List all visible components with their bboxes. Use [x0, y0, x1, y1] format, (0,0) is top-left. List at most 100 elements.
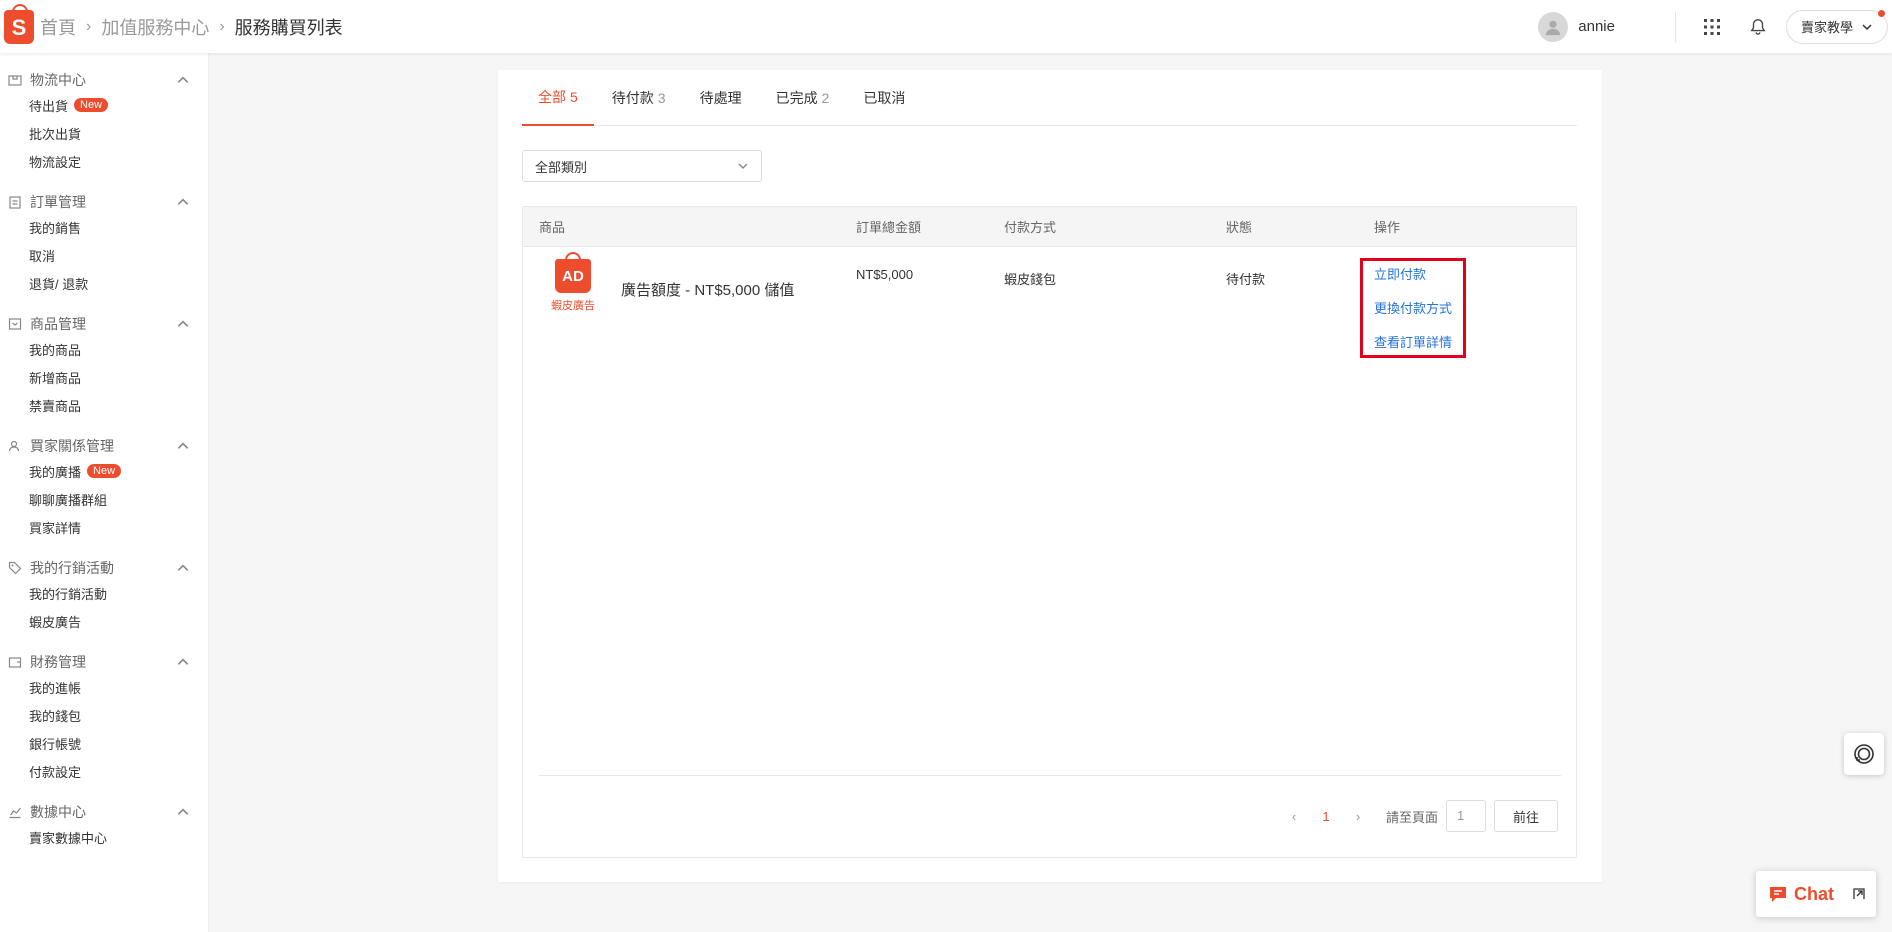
sidebar-item-my-income[interactable]: 我的進帳	[0, 673, 208, 701]
divider	[539, 775, 1561, 776]
apps-grid-icon[interactable]	[1702, 17, 1722, 37]
package-icon	[8, 75, 22, 86]
wallet-icon	[8, 657, 22, 668]
sidebar-item-mass-ship[interactable]: 批次出貨	[0, 119, 208, 147]
sidebar-group-title[interactable]: 訂單管理	[0, 191, 208, 213]
sidebar-group-title[interactable]: 買家關係管理	[0, 435, 208, 457]
table-row: AD 蝦皮廣告 廣告額度 - NT$5,000 儲值 NT$5,000 蝦皮錢包…	[523, 247, 1576, 367]
chevron-up-icon[interactable]	[176, 73, 190, 87]
chevron-up-icon[interactable]	[176, 805, 190, 819]
sidebar-item-buyer-details[interactable]: 買家詳情	[0, 513, 208, 541]
username: annie	[1578, 18, 1615, 35]
sidebar-group-marketing: 我的行銷活動 我的行銷活動 蝦皮廣告	[0, 557, 208, 635]
sidebar-group-finance: 財務管理 我的進帳 我的錢包 銀行帳號 付款設定	[0, 651, 208, 785]
sidebar-group-products: 商品管理 我的商品 新增商品 禁賣商品	[0, 313, 208, 419]
sidebar-item-my-wallet[interactable]: 我的錢包	[0, 701, 208, 729]
actions-highlight-box: 立即付款 更換付款方式 查看訂單詳情	[1360, 258, 1466, 358]
column-header-product: 商品	[539, 220, 566, 235]
orders-table: 商品 訂單總金額 付款方式 狀態 操作 AD 蝦皮廣告 廣告額度 - NT$5,…	[522, 206, 1577, 858]
sidebar-group-title[interactable]: 數據中心	[0, 801, 208, 823]
new-badge: New	[74, 98, 109, 112]
shopee-ads-icon: AD 蝦皮廣告	[543, 252, 603, 313]
chevron-up-icon[interactable]	[176, 439, 190, 453]
chevron-right-icon: ›	[86, 17, 92, 35]
chevron-down-icon	[1862, 23, 1872, 30]
sidebar-group-data: 數據中心 賣家數據中心	[0, 801, 208, 851]
user-menu[interactable]: annie	[1538, 11, 1676, 42]
tab-pending-payment[interactable]: 待付款 3	[596, 70, 682, 126]
chevron-right-icon[interactable]: ›	[1344, 800, 1372, 832]
sidebar-item-shipping-settings[interactable]: 物流設定	[0, 147, 208, 175]
seller-education-button[interactable]: 賣家教學	[1785, 9, 1888, 44]
user-icon	[1546, 20, 1561, 35]
sidebar-item-bank-account[interactable]: 銀行帳號	[0, 729, 208, 757]
help-headset-button[interactable]	[1844, 733, 1884, 775]
product-name: 廣告額度 - NT$5,000 儲值	[621, 282, 795, 299]
bell-icon[interactable]	[1748, 17, 1768, 37]
users-icon	[8, 440, 20, 452]
chevron-up-icon[interactable]	[176, 317, 190, 331]
goto-page-label: 請至頁面	[1385, 809, 1438, 825]
chevron-up-icon[interactable]	[176, 561, 190, 575]
column-header-actions: 操作	[1374, 220, 1401, 235]
sidebar-item-my-campaigns[interactable]: 我的行銷活動	[0, 579, 208, 607]
top-header: S 首頁 › 加值服務中心 › 服務購買列表 annie 賣家教學	[0, 0, 1892, 53]
sidebar-group-buyer-relations: 買家關係管理 我的廣播 New 聊聊廣播群組 買家詳情	[0, 435, 208, 541]
goto-page-button[interactable]: 前往	[1494, 800, 1558, 832]
sidebar-item-shopee-ads[interactable]: 蝦皮廣告	[0, 607, 208, 635]
sidebar-item-return-refund[interactable]: 退貨/ 退款	[0, 269, 208, 297]
pagination: ‹ 1 › 請至頁面 1 前往	[1280, 800, 1558, 832]
chat-bubble-icon	[1770, 887, 1786, 902]
chevron-up-icon[interactable]	[176, 655, 190, 669]
header-right: annie 賣家教學	[1538, 0, 1892, 53]
sidebar-item-to-ship[interactable]: 待出貨 New	[0, 91, 208, 119]
sidebar-group-logistics: 物流中心 待出貨 New 批次出貨 物流設定	[0, 69, 208, 175]
status-tabs: 全部 5 待付款 3 待處理 已完成 2 已取消	[522, 70, 1577, 126]
product-box-icon	[8, 318, 22, 330]
sidebar-group-title[interactable]: 物流中心	[0, 69, 208, 91]
tab-cancelled[interactable]: 已取消	[847, 70, 921, 126]
shopee-logo[interactable]: S	[4, 3, 34, 44]
chevron-down-icon	[738, 163, 748, 169]
headset-icon	[1854, 744, 1874, 764]
sidebar-item-my-broadcast[interactable]: 我的廣播 New	[0, 457, 208, 485]
chat-label: Chat	[1794, 883, 1834, 904]
order-amount: NT$5,000	[856, 267, 914, 282]
chart-icon	[9, 807, 21, 819]
change-payment-method-link[interactable]: 更換付款方式	[1374, 299, 1463, 333]
column-header-amount: 訂單總金額	[856, 220, 922, 235]
sidebar-item-banned-products[interactable]: 禁賣商品	[0, 391, 208, 419]
chevron-left-icon[interactable]: ‹	[1280, 800, 1308, 832]
goto-page-input[interactable]: 1	[1446, 800, 1486, 832]
page-number[interactable]: 1	[1308, 809, 1344, 824]
sidebar-item-cancellation[interactable]: 取消	[0, 241, 208, 269]
view-order-details-link[interactable]: 查看訂單詳情	[1374, 333, 1463, 367]
page-title: 服務購買列表	[234, 17, 343, 38]
pay-now-link[interactable]: 立即付款	[1374, 265, 1463, 299]
chat-widget[interactable]: Chat	[1756, 871, 1876, 917]
sidebar-group-title[interactable]: 商品管理	[0, 313, 208, 335]
sidebar-item-my-products[interactable]: 我的商品	[0, 335, 208, 363]
table-header: 商品 訂單總金額 付款方式 狀態 操作	[523, 207, 1576, 247]
tag-icon	[8, 561, 22, 575]
tab-completed[interactable]: 已完成 2	[760, 70, 846, 126]
category-select[interactable]: 全部類別	[522, 150, 762, 182]
breadcrumb-value-added-center[interactable]: 加值服務中心	[101, 14, 209, 40]
sidebar-item-my-sales[interactable]: 我的銷售	[0, 213, 208, 241]
sidebar-item-payment-settings[interactable]: 付款設定	[0, 757, 208, 785]
breadcrumb: 首頁 › 加值服務中心 › 服務購買列表	[40, 14, 343, 40]
tab-processing[interactable]: 待處理	[684, 70, 758, 126]
payment-method: 蝦皮錢包	[1004, 272, 1057, 287]
breadcrumb-home[interactable]: 首頁	[40, 14, 76, 40]
sidebar-item-chat-broadcast-groups[interactable]: 聊聊廣播群組	[0, 485, 208, 513]
tab-all[interactable]: 全部 5	[522, 70, 594, 126]
sidebar-item-seller-data-center[interactable]: 賣家數據中心	[0, 823, 208, 851]
expand-icon[interactable]	[1852, 887, 1866, 901]
order-status: 待付款	[1226, 272, 1266, 287]
sidebar-item-add-product[interactable]: 新增商品	[0, 363, 208, 391]
chevron-up-icon[interactable]	[176, 195, 190, 209]
column-header-payment: 付款方式	[1004, 220, 1057, 235]
sidebar-group-orders: 訂單管理 我的銷售 取消 退貨/ 退款	[0, 191, 208, 297]
sidebar-group-title[interactable]: 我的行銷活動	[0, 557, 208, 579]
sidebar-group-title[interactable]: 財務管理	[0, 651, 208, 673]
